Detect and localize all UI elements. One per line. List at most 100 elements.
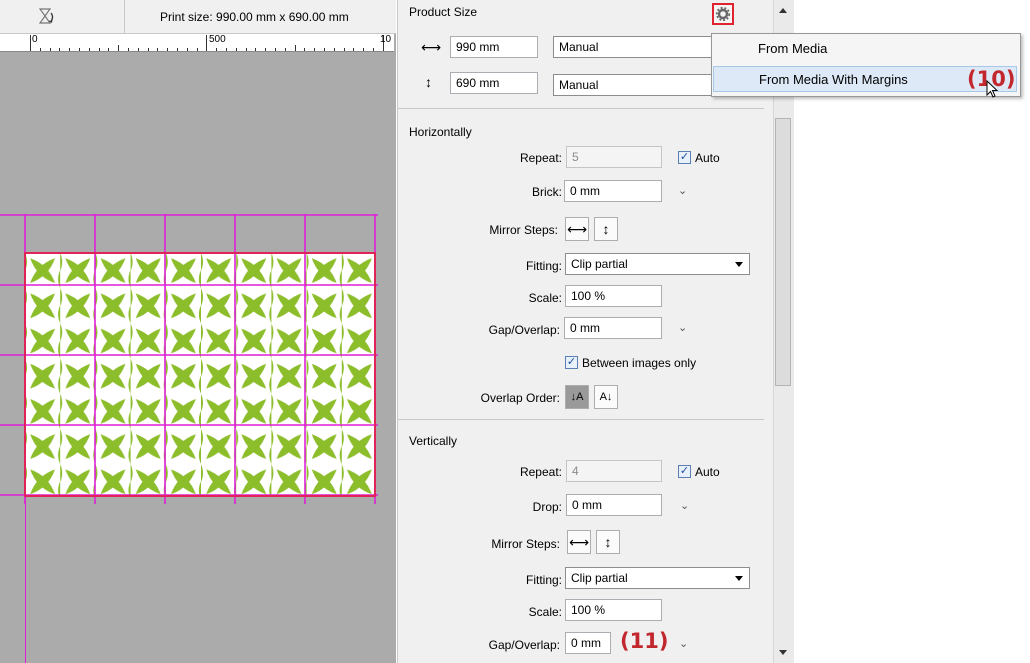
ruler-label: 500 — [209, 34, 226, 45]
v-drop-label: Drop: — [532, 500, 562, 514]
v-fitting-select[interactable]: Clip partial — [565, 567, 750, 589]
section-divider — [398, 419, 764, 420]
ruler-tick — [30, 35, 31, 51]
between-images-checkbox[interactable]: ✓ — [565, 356, 578, 369]
product-size-title: Product Size — [409, 5, 478, 19]
h-fitting-label: Fitting: — [525, 259, 562, 273]
ruler-tick — [324, 48, 325, 51]
overlap-order-label: Overlap Order: — [480, 391, 560, 405]
h-brick-chevron-down-icon[interactable]: ⌄ — [678, 184, 687, 197]
h-fitting-select[interactable]: Clip partial — [565, 253, 750, 275]
h-auto-checkbox[interactable]: ✓ — [678, 151, 691, 164]
ruler-tick — [79, 48, 80, 51]
v-drop-input[interactable]: 0 mm — [566, 494, 662, 516]
v-fitting-value: Clip partial — [571, 571, 628, 585]
v-auto-label: Auto — [695, 465, 720, 479]
ruler-tick — [69, 48, 71, 51]
h-mirror-label: Mirror Steps: — [489, 223, 558, 237]
chevron-down-icon — [735, 262, 743, 267]
ruler-tick — [206, 35, 208, 51]
v-scale-label: Scale: — [528, 605, 562, 619]
h-repeat-label: Repeat: — [519, 151, 562, 165]
ruler-tick — [186, 48, 188, 51]
h-scale-label: Scale: — [528, 291, 562, 305]
h-gap-input[interactable]: 0 mm — [564, 317, 662, 339]
horizontally-title: Horizontally — [409, 125, 472, 139]
h-gap-label: Gap/Overlap: — [488, 323, 560, 337]
ruler-tick — [284, 48, 286, 51]
v-mirror-vertical-button[interactable]: ↕ — [596, 530, 620, 554]
ruler-tick — [333, 48, 335, 51]
ruler-tick — [128, 48, 129, 51]
ruler-tick — [304, 48, 306, 51]
product-width-mode-value: Manual — [559, 40, 599, 54]
ruler-label: 0 — [32, 34, 38, 45]
overlap-order-second-button[interactable]: A↓ — [594, 385, 618, 409]
v-gap-input[interactable]: 0 mm — [565, 632, 611, 654]
ruler-tick — [265, 48, 267, 51]
h-auto-label: Auto — [695, 151, 720, 165]
tile-pattern-preview — [0, 214, 378, 504]
h-scale-input[interactable]: 100 % — [565, 285, 662, 307]
h-fitting-value: Clip partial — [571, 257, 628, 271]
ruler-tick — [314, 48, 316, 51]
vertical-arrow-icon: ↕ — [425, 74, 432, 90]
between-images-label: Between images only — [582, 356, 697, 370]
ruler-tick — [373, 48, 374, 51]
h-gap-chevron-down-icon[interactable]: ⌄ — [678, 321, 687, 334]
ruler-tick — [49, 48, 51, 51]
gear-icon[interactable] — [712, 3, 734, 25]
section-divider — [398, 108, 764, 109]
ruler-tick — [235, 48, 237, 51]
ruler-tick — [245, 48, 247, 51]
h-mirror-vertical-button[interactable]: ↕ — [594, 217, 618, 241]
ruler-tick — [353, 48, 355, 51]
vertically-title: Vertically — [409, 434, 458, 448]
overlap-order-first-button[interactable]: ↓A — [565, 385, 589, 409]
v-auto-checkbox[interactable]: ✓ — [678, 465, 691, 478]
ruler-tick — [59, 48, 61, 51]
ruler-tick — [196, 48, 198, 51]
v-repeat-input[interactable]: 4 — [566, 460, 662, 482]
menu-item-from-media[interactable]: From Media — [713, 36, 1017, 62]
ruler-tick — [294, 45, 296, 51]
rotate-icon[interactable] — [34, 5, 56, 27]
v-scale-input[interactable]: 100 % — [565, 599, 662, 621]
horizontal-arrow-icon: ⟷ — [421, 39, 442, 55]
ruler-tick — [137, 48, 139, 51]
mouse-cursor-icon — [986, 79, 1000, 98]
preview-canvas[interactable]: Print size: 990.00 mm x 690.00 mm 0 500 10 — [0, 0, 396, 663]
v-gap-chevron-down-icon[interactable]: ⌄ — [679, 637, 688, 650]
ruler-label: 10 — [380, 34, 392, 45]
scroll-up-arrow-icon[interactable] — [779, 8, 787, 13]
callout-11-label: (11) — [620, 629, 669, 653]
ruler-tick — [226, 48, 227, 51]
ruler-tick — [88, 48, 90, 51]
product-height-mode-select[interactable]: Manual — [553, 74, 713, 96]
v-mirror-horizontal-button[interactable]: ⟷ — [567, 530, 591, 554]
product-height-mode-value: Manual — [559, 78, 599, 92]
v-repeat-label: Repeat: — [519, 465, 562, 479]
product-height-input[interactable]: 690 mm — [450, 72, 538, 94]
scrollbar-thumb[interactable] — [775, 118, 791, 386]
v-drop-chevron-down-icon[interactable]: ⌄ — [680, 499, 689, 512]
v-gap-label: Gap/Overlap: — [488, 638, 560, 652]
ruler-tick — [39, 48, 41, 51]
toolbar-divider — [124, 0, 125, 33]
ruler-tick — [98, 48, 100, 51]
ruler-tick — [343, 48, 345, 51]
ruler-tick — [157, 48, 159, 51]
tiling-settings-panel: Product Size ⟷ 990 mm Manual ↕ 690 mm Ma… — [397, 0, 775, 663]
scroll-down-arrow-icon[interactable] — [779, 650, 787, 655]
h-repeat-input[interactable]: 5 — [566, 146, 662, 168]
h-mirror-horizontal-button[interactable]: ⟷ — [565, 217, 589, 241]
ruler-tick — [118, 45, 120, 51]
v-mirror-label: Mirror Steps: — [491, 537, 560, 551]
h-brick-input[interactable]: 0 mm — [564, 180, 662, 202]
ruler-tick — [275, 48, 276, 51]
ruler-tick — [108, 48, 110, 51]
product-width-mode-select[interactable]: Manual — [553, 36, 713, 58]
ruler-tick — [363, 48, 365, 51]
product-width-input[interactable]: 990 mm — [450, 36, 538, 58]
ruler-tick — [167, 48, 169, 51]
